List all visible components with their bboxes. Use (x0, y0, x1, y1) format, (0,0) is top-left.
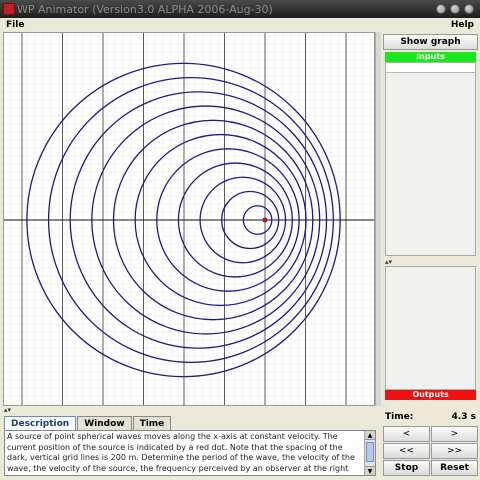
wave-graph[interactable] (3, 32, 375, 406)
time-value: 4.3 s (451, 412, 476, 422)
scroll-up-icon[interactable]: ▲ (365, 431, 375, 440)
source-dot (263, 218, 267, 222)
scroll-thumb[interactable] (366, 442, 374, 462)
inputs-header: Inputs (385, 52, 476, 62)
inputs-panel (385, 62, 476, 256)
wave-graph-canvas (4, 33, 374, 405)
title-bar: WP Animator (Version3.0 ALPHA 2006-Aug-3… (0, 0, 480, 18)
window-title: WP Animator (Version3.0 ALPHA 2006-Aug-3… (17, 2, 273, 16)
scroll-down-icon[interactable]: ▼ (365, 466, 375, 475)
inputs-row (386, 63, 475, 73)
splitter-arrows-icon[interactable]: ▴▾ (4, 406, 11, 414)
stop-button[interactable]: Stop (383, 460, 430, 476)
description-panel: A source of point spherical waves moves … (4, 430, 376, 476)
app-icon (3, 3, 15, 15)
menu-file[interactable]: File (6, 20, 24, 30)
outputs-header: Outputs (385, 390, 476, 400)
time-label: Time: (385, 412, 414, 422)
step-forward-button[interactable]: > (431, 426, 478, 442)
description-text: A source of point spherical waves moves … (7, 432, 355, 475)
show-graph-button[interactable]: Show graph (383, 34, 478, 50)
reset-button[interactable]: Reset (431, 460, 478, 476)
step-back-button[interactable]: < (383, 426, 430, 442)
menu-bar: File Help (0, 18, 480, 32)
control-panel: Show graph Inputs ▴▾ Outputs Time: 4.3 s… (383, 32, 478, 478)
close-button[interactable] (464, 4, 474, 14)
panel-splitter-arrows-icon[interactable]: ▴▾ (385, 258, 392, 266)
time-readout: Time: 4.3 s (385, 412, 476, 424)
minimize-button[interactable] (436, 4, 446, 14)
menu-help[interactable]: Help (451, 20, 474, 30)
maximize-button[interactable] (450, 4, 460, 14)
tab-window[interactable]: Window (77, 416, 132, 430)
fast-forward-button[interactable]: >> (431, 443, 478, 459)
description-scrollbar[interactable]: ▲ ▼ (364, 431, 375, 475)
graph-splitter[interactable] (375, 32, 381, 406)
fast-back-button[interactable]: << (383, 443, 430, 459)
tab-description[interactable]: Description (4, 416, 77, 430)
outputs-panel (385, 266, 476, 390)
tab-time[interactable]: Time (132, 416, 172, 430)
bottom-tabs: Description Window Time (4, 416, 172, 430)
